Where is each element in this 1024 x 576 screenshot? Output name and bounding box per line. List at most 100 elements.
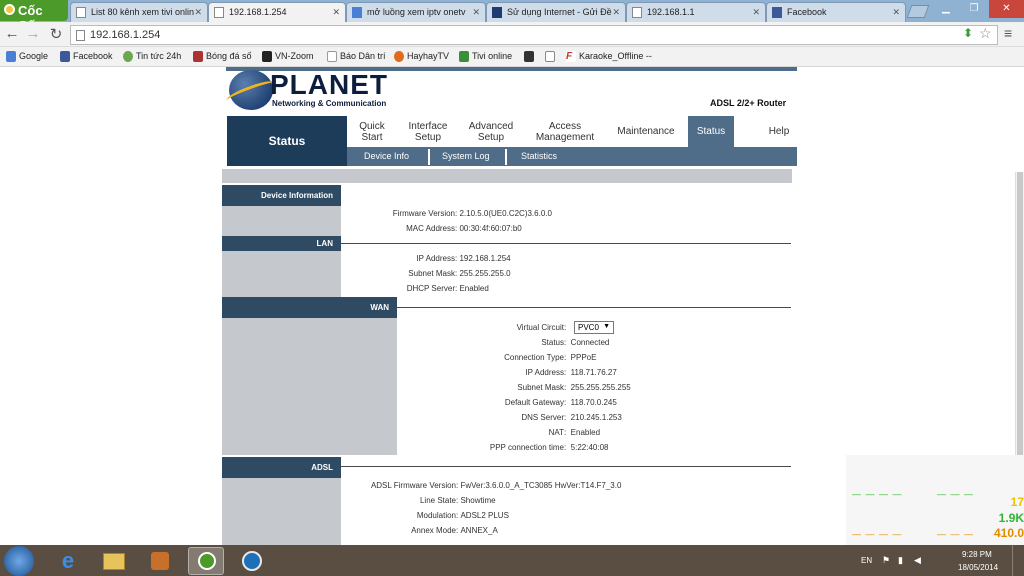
bookmark-karaoke-offline[interactable]: F Karaoke_Offline -- [566,51,652,62]
menu-icon[interactable]: ≡ [1004,25,1012,41]
bookmark-vn-zoom[interactable]: VN-Zoom [262,51,314,62]
menu-help[interactable]: Help [762,116,796,147]
label-firmware-version: Firmware Version [392,209,455,218]
menu-advanced-setup[interactable]: Advanced Setup [462,116,520,147]
label-virtual-circuit: Virtual Circuit [516,323,564,332]
section-sidebar [222,251,341,297]
label-wan-status: Status [541,338,564,347]
chrome-app-icon[interactable] [234,547,270,575]
forward-icon[interactable]: → [25,25,41,42]
menu-interface-setup[interactable]: Interface Setup [401,116,455,147]
clock-time[interactable]: 9:28 PM [962,550,992,559]
clock-date[interactable]: 18/05/2014 [958,563,998,572]
back-icon[interactable]: ← [4,25,20,42]
section-lan: LAN [222,236,341,251]
meter-dashes: — — — [937,489,975,499]
bookmark-bong-da-so[interactable]: Bóng đá số [193,51,252,62]
value-mac-address: : 00:30:4f:60:07:b0 [455,224,522,233]
menu-status[interactable]: Status [688,116,734,147]
label-wan-ip: IP Address [525,368,564,377]
tray-network-icon[interactable]: ▮ [898,555,903,566]
virtual-circuit-select[interactable]: PVC0 ▼ [574,321,614,334]
value-default-gateway: : 118.70.0.245 [564,398,617,407]
value-dns-server: : 210.245.1.253 [564,413,622,422]
page-icon [76,30,85,41]
section-device-info: Device Information [222,185,341,206]
tab-forum[interactable]: Sử dụng Internet - Gửi Đề ✕ [486,2,626,22]
bookmark-tin-tuc-24h[interactable]: Tin tức 24h [123,51,181,62]
page-scrollbar[interactable] [1015,172,1024,462]
tab-facebook[interactable]: Facebook ✕ [766,2,906,22]
tab-router-status[interactable]: 192.168.1.254 ✕ [208,2,346,22]
language-indicator[interactable]: EN [861,556,872,565]
maximize-icon[interactable]: ❐ [961,0,987,18]
internet-explorer-icon[interactable]: e [50,547,86,575]
close-tab-icon[interactable]: ✕ [612,7,620,18]
page-icon [76,7,86,18]
router-model: ADSL 2/2+ Router [710,98,787,108]
minimize-icon[interactable]: ▁ [933,0,959,18]
content-top-bar [222,169,792,183]
bookmark-star-icon[interactable]: ☆ [979,25,992,42]
browser-logo[interactable]: Cốc Cốc [0,0,68,33]
close-window-icon[interactable]: ✕ [989,0,1024,18]
menu-maintenance[interactable]: Maintenance [612,116,680,147]
submenu-device-info[interactable]: Device Info [364,151,409,161]
value-ppp-connection-time: : 5:22:40:08 [564,443,609,452]
coccoc-leaf-icon [4,4,15,15]
soccer-icon [193,51,203,62]
submenu-divider [505,149,507,165]
reload-icon[interactable]: ↻ [48,25,64,43]
address-bar[interactable]: 192.168.1.254 [70,25,998,45]
close-tab-icon[interactable]: ✕ [194,7,202,18]
value-connection-type: : PPPoE [564,353,597,362]
bookmark-bao-dan-tri[interactable]: Báo Dân trí [327,51,386,62]
section-sidebar [222,318,397,455]
value-modulation: : ADSL2 PLUS [456,511,509,520]
menu-access-management[interactable]: Access Management [530,116,600,147]
close-tab-icon[interactable]: ✕ [892,7,900,18]
facebook-icon [60,51,70,62]
tab-iptv-search[interactable]: mở luồng xem iptv onetv ✕ [346,2,486,22]
value-wan-ip: : 118.71.76.27 [564,368,617,377]
label-nat: NAT [548,428,564,437]
bookmark-facebook[interactable]: Facebook [60,51,113,62]
section-divider [341,466,791,467]
tab-router-1[interactable]: 192.168.1.1 ✕ [626,2,766,22]
tray-flag-icon[interactable]: ⚑ [882,555,890,566]
bookmark-google[interactable]: Google [6,51,48,62]
submenu-system-log[interactable]: System Log [442,151,490,161]
google-icon [6,51,16,62]
extension-icon[interactable]: ⬍ [963,26,973,40]
tray-volume-icon[interactable]: ◀ [914,555,921,566]
value-adsl-firmware: : FwVer:3.6.0.0_A_TC3085 HwVer:T14.F7_3.… [456,481,622,490]
tab-list-80-kenh[interactable]: List 80 kênh xem tivi onlin ✕ [70,2,208,22]
label-wan-subnet: Subnet Mask [517,383,564,392]
close-tab-icon[interactable]: ✕ [332,7,340,18]
show-desktop-button[interactable] [1012,545,1024,576]
bookmark-tivi-online[interactable]: Tivi online [459,51,512,62]
forum-icon [492,7,502,18]
label-ppp-connection-time: PPP connection time [489,443,564,452]
section-divider [397,307,791,308]
menu-quick-start[interactable]: Quick Start [351,116,393,147]
bookmark-hayhaytv[interactable]: HayhayTV [394,51,449,62]
meter-value-3: 410.0 [993,526,1024,540]
tivi-icon [459,51,469,62]
meter-dashes: — — — [937,529,975,539]
file-explorer-icon[interactable] [96,547,132,575]
coccoc-taskbar-icon[interactable] [188,547,224,575]
meter-dashes: — — — — [852,529,903,539]
label-default-gateway: Default Gateway [504,398,564,407]
meter-value-2: 1.9K [998,511,1024,525]
value-lan-subnet: : 255.255.255.0 [455,269,511,278]
close-tab-icon[interactable]: ✕ [472,7,480,18]
close-tab-icon[interactable]: ✕ [752,7,760,18]
brand-tagline: Networking & Communication [272,99,387,108]
media-player-icon[interactable] [142,547,178,575]
section-adsl: ADSL [222,457,341,478]
label-mac-address: MAC Address [406,224,455,233]
windows-start-icon[interactable] [4,546,34,576]
google-icon [352,7,362,18]
submenu-statistics[interactable]: Statistics [521,151,557,161]
